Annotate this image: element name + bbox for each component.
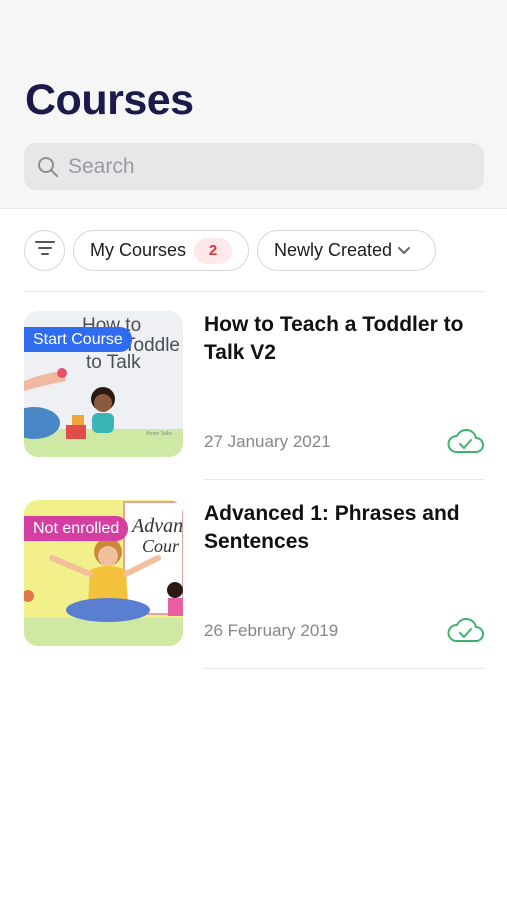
my-courses-chip[interactable]: My Courses 2 xyxy=(73,230,249,271)
filter-lines-icon xyxy=(34,240,55,261)
filter-button[interactable] xyxy=(24,230,65,271)
filter-row: My Courses 2 Newly Created xyxy=(24,230,484,271)
my-courses-count-badge: 2 xyxy=(194,237,233,264)
sort-label: Newly Created xyxy=(274,240,393,260)
chevron-down-icon xyxy=(398,246,411,255)
course-title[interactable]: Advanced 1: Phrases and Sentences xyxy=(204,500,464,556)
svg-text:Arrow Talks: Arrow Talks xyxy=(146,431,172,437)
thumb-text-line-1: Advan xyxy=(130,515,183,537)
course-thumbnail[interactable]: How to Toddle to Talk Arrow Talks Start … xyxy=(24,311,183,457)
page-title: Courses xyxy=(25,76,194,124)
course-date: 27 January 2021 xyxy=(204,432,331,451)
my-courses-label: My Courses xyxy=(90,240,187,260)
cloud-check-icon[interactable] xyxy=(447,427,484,455)
thumb-text-line-2: Cour xyxy=(142,536,180,556)
divider xyxy=(24,291,484,292)
course-list-item[interactable]: How to Toddle to Talk Arrow Talks Start … xyxy=(24,311,484,457)
course-status-badge: Not enrolled xyxy=(24,516,129,541)
search-bar[interactable] xyxy=(24,143,484,190)
course-list-item[interactable]: Advan Cour Not enrolled Advanced 1: Phra… xyxy=(24,500,484,646)
course-title[interactable]: How to Teach a Toddler to Talk V2 xyxy=(204,311,464,367)
search-icon xyxy=(36,155,60,179)
header-area: Courses xyxy=(0,0,507,209)
course-status-badge: Start Course xyxy=(24,327,132,352)
divider xyxy=(204,479,484,480)
cloud-check-icon[interactable] xyxy=(447,616,484,644)
course-thumbnail[interactable]: Advan Cour Not enrolled xyxy=(24,500,183,646)
thumb-text-line-3: to Talk xyxy=(86,352,141,373)
divider xyxy=(204,668,484,669)
sort-dropdown[interactable]: Newly Created xyxy=(257,230,436,271)
course-date: 26 February 2019 xyxy=(204,621,339,640)
search-input[interactable] xyxy=(68,154,468,179)
